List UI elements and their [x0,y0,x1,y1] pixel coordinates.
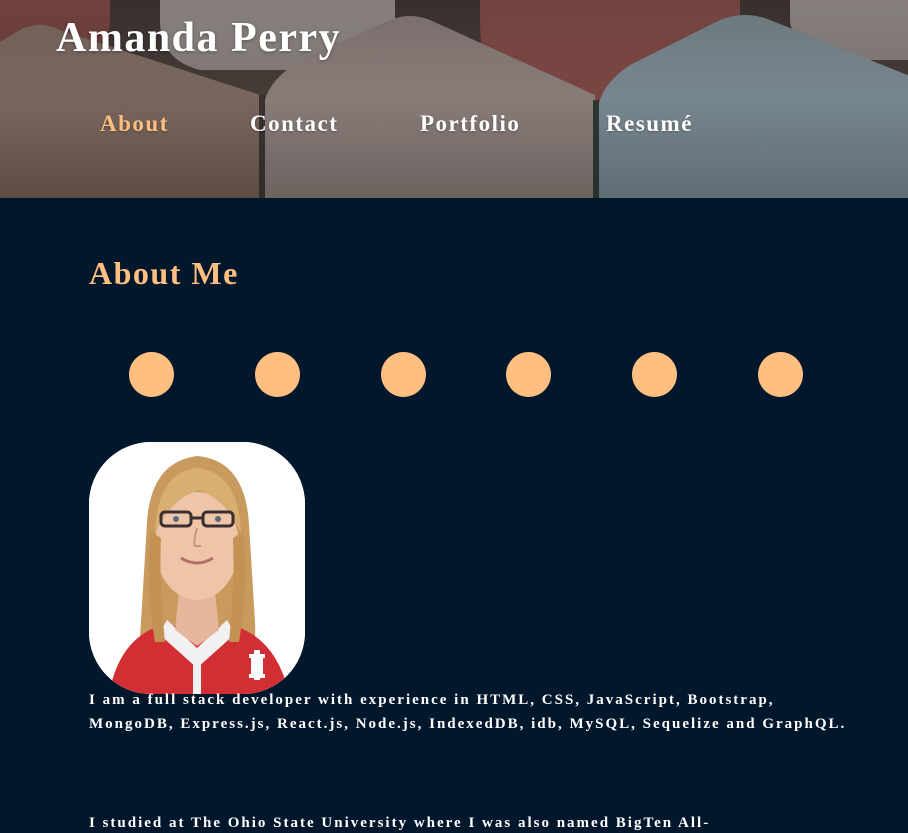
nav-link-contact[interactable]: Contact [250,106,338,142]
bio-paragraph: I studied at The Ohio State University w… [89,815,711,831]
social-links [0,352,908,398]
section-title: About Me [89,255,239,291]
page: Amanda Perry About Contact Portfolio Res… [0,0,908,833]
main-nav: About Contact Portfolio Resumé [0,106,908,142]
social-link-icon-1[interactable] [129,352,174,397]
bio-paragraph: I am a full stack developer with experie… [89,692,847,732]
site-header: Amanda Perry About Contact Portfolio Res… [0,0,908,198]
social-link-icon-6[interactable] [758,352,803,397]
nav-link-portfolio[interactable]: Portfolio [420,106,520,142]
social-link-icon-3[interactable] [381,352,426,397]
site-title: Amanda Perry [56,15,342,61]
social-link-icon-5[interactable] [632,352,677,397]
social-link-icon-4[interactable] [506,352,551,397]
profile-photo [89,442,305,694]
nav-link-resume[interactable]: Resumé [606,106,693,142]
nav-link-about[interactable]: About [100,106,169,142]
social-link-icon-2[interactable] [255,352,300,397]
